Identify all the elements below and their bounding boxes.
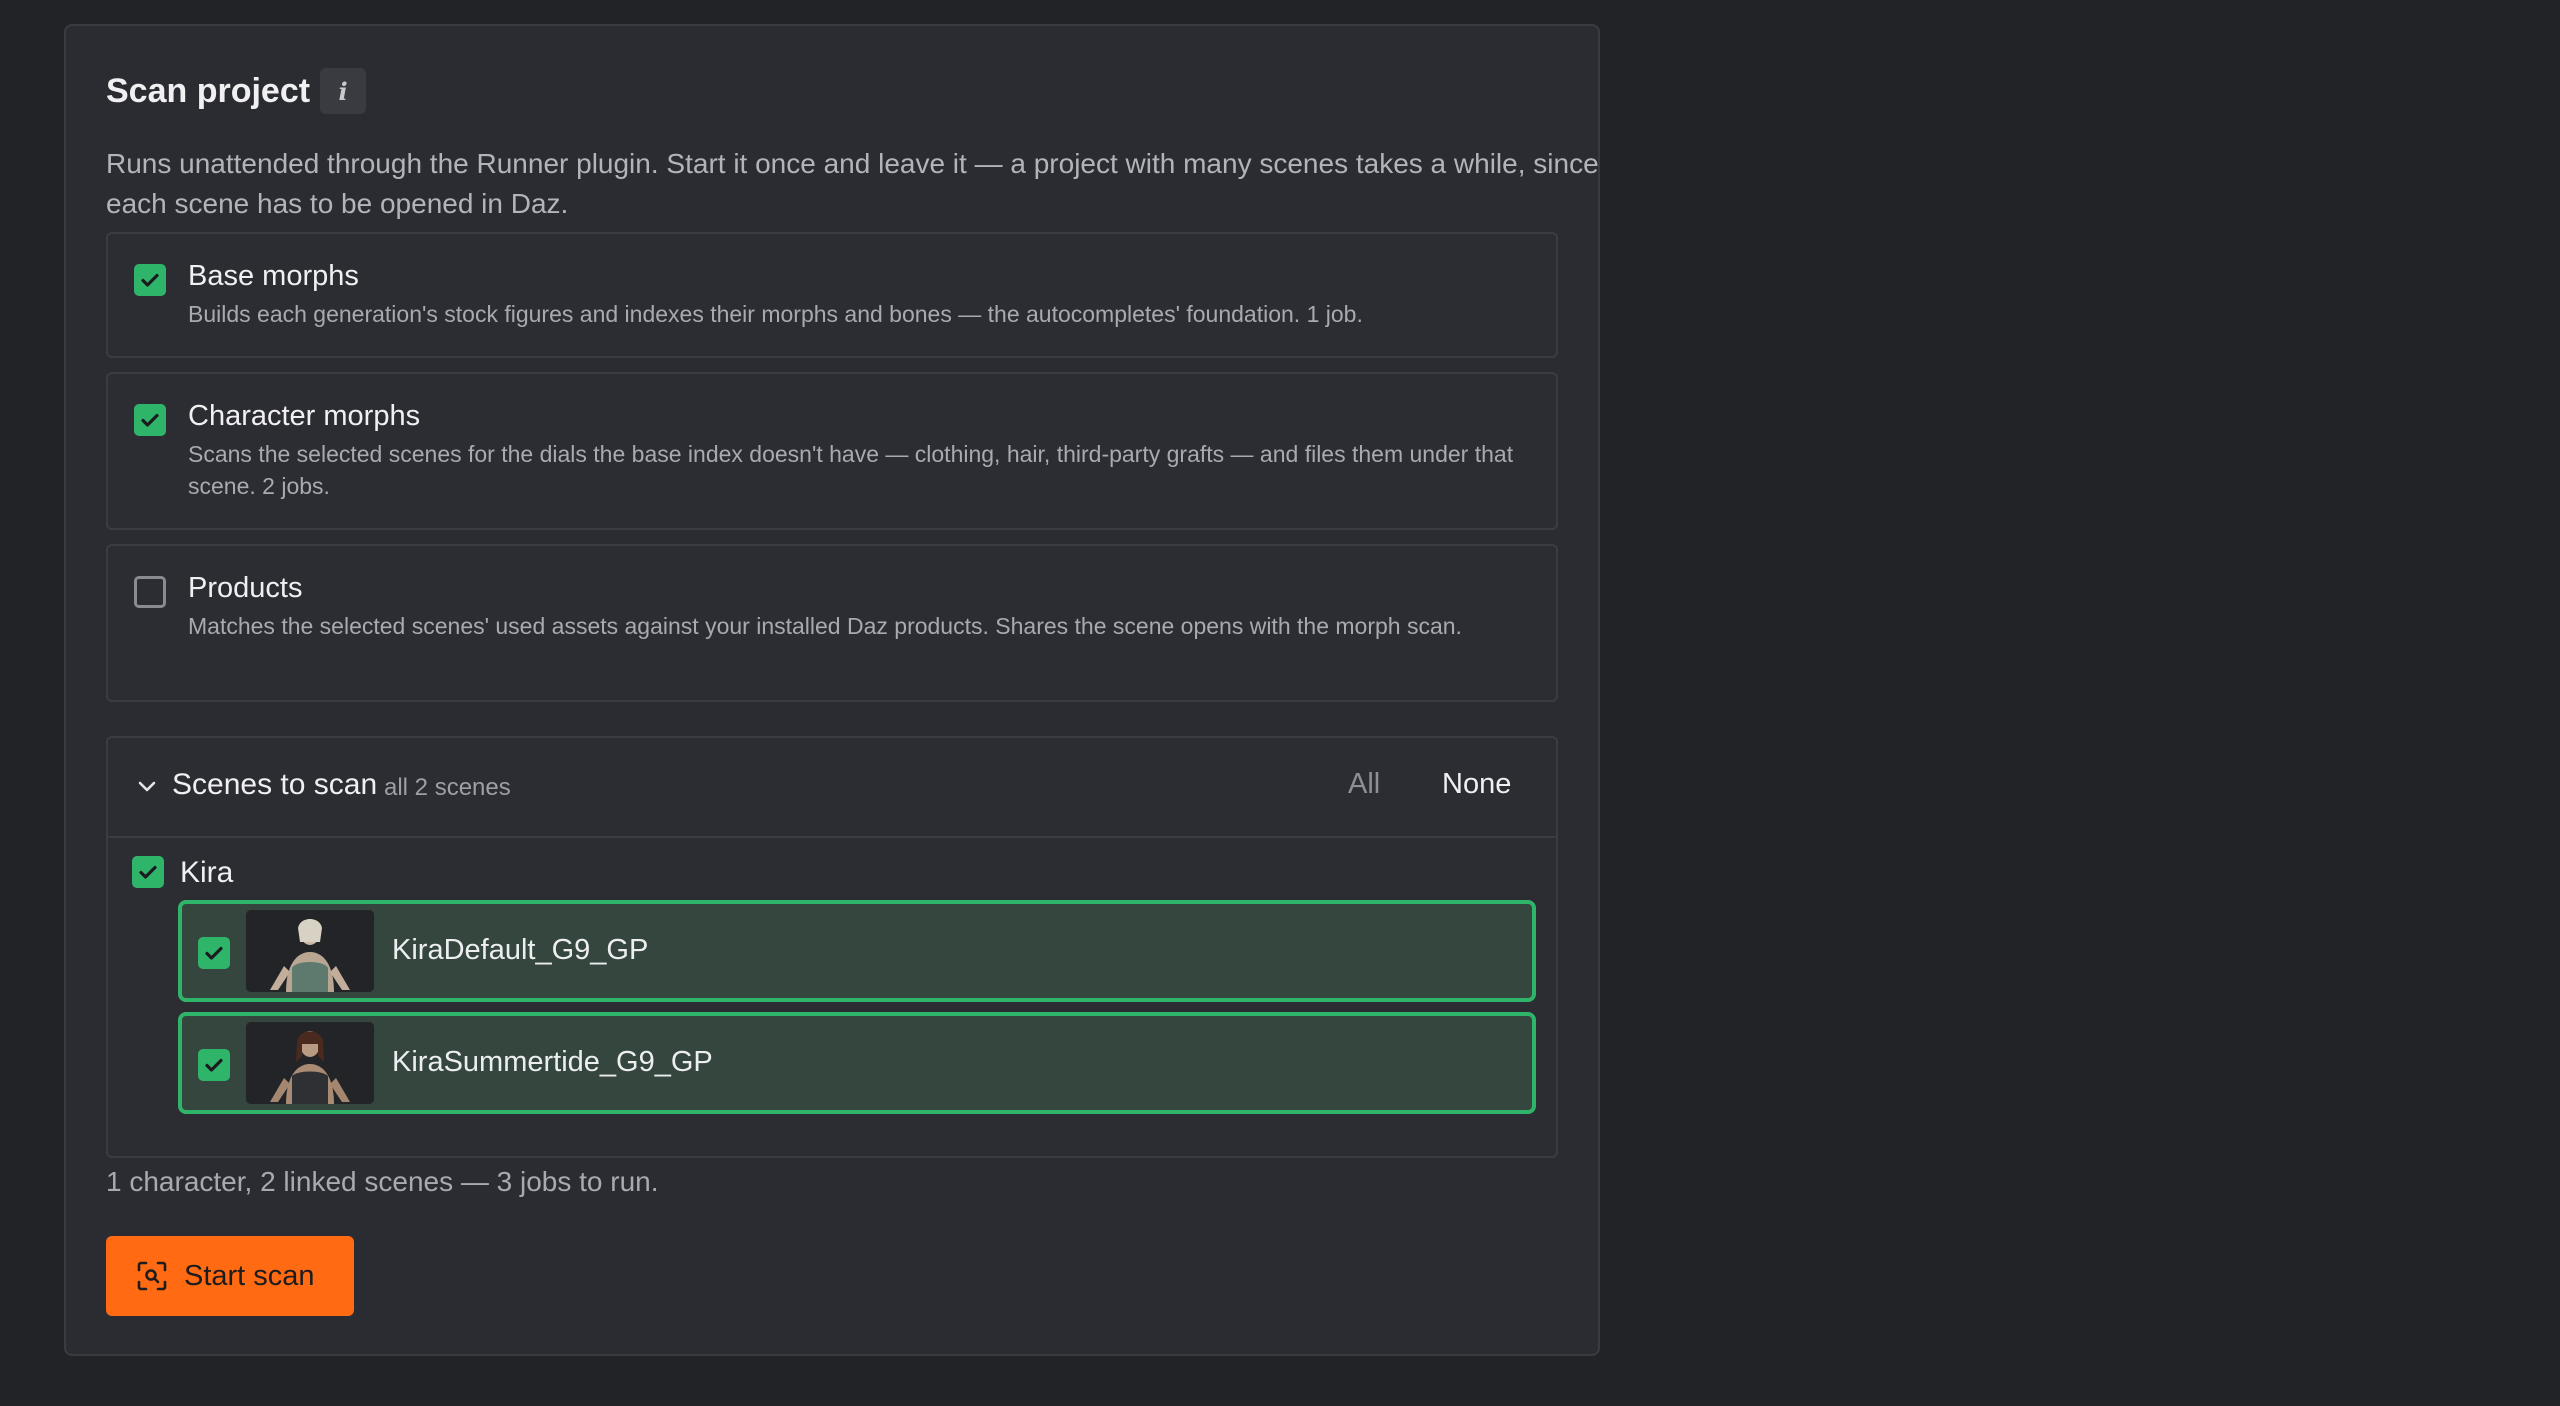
select-all-button[interactable]: All [1348,768,1380,801]
checkmark-icon [139,865,157,879]
products-description: Matches the selected scenes' used assets… [188,613,1462,639]
base-morphs-label: Base morphs [188,260,359,292]
option-base-morphs[interactable]: Base morphs Builds each generation's sto… [106,232,1558,358]
character-morphs-description: Scans the selected scenes for the dials … [188,441,1514,499]
group-kira-checkbox[interactable] [132,856,164,888]
scene-checkbox[interactable] [198,937,230,969]
scan-icon [137,1261,167,1291]
scan-project-panel: Scan project i Runs unattended through t… [64,24,1600,1356]
scene-row[interactable]: KiraDefault_G9_GP [178,900,1536,1002]
character-morphs-checkbox[interactable] [134,404,166,436]
start-scan-label: Start scan [184,1259,315,1292]
select-none-button[interactable]: None [1442,768,1511,801]
scenes-count: all 2 scenes [384,774,511,801]
scene-thumbnail [246,910,374,992]
base-morphs-checkbox[interactable] [134,264,166,296]
checkmark-icon [205,1058,223,1072]
panel-description: Runs unattended through the Runner plugi… [106,148,1599,219]
scene-row[interactable]: KiraSummertide_G9_GP [178,1012,1536,1114]
option-character-morphs[interactable]: Character morphs Scans the selected scen… [106,372,1558,530]
products-checkbox[interactable] [134,576,166,608]
base-morphs-description: Builds each generation's stock figures a… [188,301,1363,327]
info-icon[interactable]: i [320,68,367,114]
scenes-title: Scenes to scan [172,768,378,801]
scene-name: KiraDefault_G9_GP [392,934,649,966]
scene-thumbnail [246,1022,374,1104]
group-kira-label: Kira [180,856,234,889]
figure-thumbnail-icon [246,910,374,992]
scene-name: KiraSummertide_G9_GP [392,1046,713,1078]
scenes-header[interactable]: Scenes to scan all 2 scenes All None [108,738,1556,838]
figure-thumbnail-icon [246,1022,374,1104]
scenes-to-scan-section: Scenes to scan all 2 scenes All None Kir… [106,736,1558,1158]
panel-header: Scan project i [106,68,367,114]
option-products[interactable]: Products Matches the selected scenes' us… [106,544,1558,702]
character-morphs-label: Character morphs [188,400,421,432]
checkmark-icon [205,946,223,960]
chevron-down-icon[interactable] [136,776,158,798]
products-label: Products [188,572,303,604]
checkmark-icon [141,273,159,287]
scene-checkbox[interactable] [198,1049,230,1081]
panel-title: Scan project [106,71,311,110]
start-scan-button[interactable]: Start scan [106,1236,354,1316]
checkmark-icon [141,413,159,427]
scan-summary: 1 character, 2 linked scenes — 3 jobs to… [106,1166,659,1197]
